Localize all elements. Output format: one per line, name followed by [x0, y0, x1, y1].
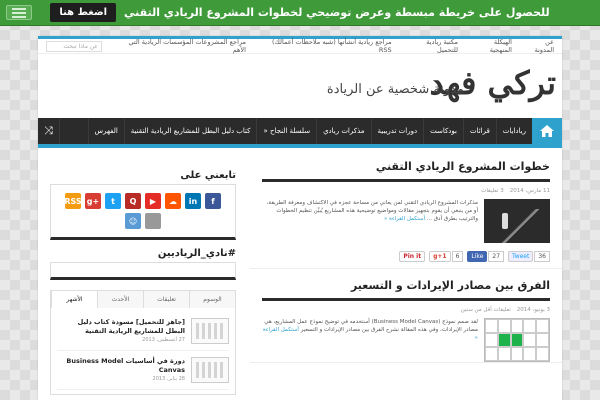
top-nav-link[interactable]: مراجع المشروعات المؤسسات الريادية التي ا…	[114, 38, 246, 54]
quora-icon[interactable]: Q	[125, 193, 141, 209]
list-item-thumbnail[interactable]	[191, 357, 229, 383]
facebook-icon[interactable]: f	[205, 193, 221, 209]
site-logo-subtitle: مدونة شخصية عن الريادة	[326, 82, 464, 97]
tweet-label: Tweet	[508, 251, 534, 262]
top-nav-link[interactable]: مكتبة ريادية للتحميل	[404, 38, 458, 54]
tweet-button[interactable]: Tweet 36	[508, 251, 550, 262]
pinterest-button[interactable]: Pin it	[399, 251, 426, 262]
tweet-count: 36	[534, 251, 550, 262]
linkedin-icon[interactable]: in	[185, 193, 201, 209]
tab-recent[interactable]: الأحدث	[97, 291, 143, 308]
post-title[interactable]: خطوات المشروع الريادي التقني	[262, 160, 550, 182]
post-excerpt: لقد صمم نموذج (Business Model Canvas) أس…	[262, 318, 478, 362]
sidebar: تابعني على RSS g+ t Q ▶ ☁ in f ☺ #نادي_الرياديين…	[50, 170, 236, 395]
nav-item[interactable]: كتاب دليل البطل للمشاريع الريادية التقني…	[123, 118, 257, 144]
main-content: خطوات المشروع الريادي التقني 11 مارس، 20…	[250, 150, 562, 400]
main-nav: ريادايات قرائات بودكاست دورات تدريبية مذ…	[38, 118, 562, 144]
logo-area: تركي فهد مدونة شخصية عن الريادة	[38, 54, 562, 118]
gplus-count: 6	[451, 251, 464, 262]
list-item-title[interactable]: دورة في أساسيات Business Model Canvas	[57, 357, 185, 375]
nav-item[interactable]: ريادايات	[495, 118, 532, 144]
list-item-date: 28 يناير، 2013	[152, 376, 185, 382]
hashtag-widget	[50, 262, 236, 280]
post-excerpt-text: مذكرات المشروع الريادي التقني لمن يعاني …	[266, 200, 478, 222]
post-thumbnail[interactable]	[484, 318, 550, 362]
soundcloud-icon[interactable]: ☁	[165, 193, 181, 209]
post-meta: 11 مارس، 2014 3 تعليقات	[262, 188, 550, 194]
apple-icon[interactable]	[145, 213, 161, 229]
promo-text: للحصول على خريطة مبسطة وعرض توضيحي لخطوا…	[124, 6, 550, 19]
google-plus-icon[interactable]: g+	[85, 193, 101, 209]
social-widget: RSS g+ t Q ▶ ☁ in f ☺	[50, 184, 236, 240]
promo-toggle-icon[interactable]	[6, 5, 32, 20]
youtube-icon[interactable]: ▶	[145, 193, 161, 209]
post-date: 11 مارس، 2014	[509, 188, 550, 194]
list-item[interactable]: دورة في أساسيات Business Model Canvas 28…	[57, 351, 229, 390]
post-thumbnail[interactable]	[484, 199, 550, 243]
google-plus-button[interactable]: g+1 6	[429, 251, 464, 262]
gplus-label: g+1	[429, 251, 451, 262]
list-item-title[interactable]: [جاهز للتحميل] مسودة كتاب دليل البطل للم…	[57, 318, 185, 336]
read-more-link[interactable]: أستكمل القراءة «	[384, 216, 425, 222]
home-icon[interactable]	[532, 118, 562, 144]
share-bar: Pin it g+1 6 Like 27 Tweet 36	[262, 251, 550, 262]
post-comments[interactable]: 3 تعليقات	[481, 188, 504, 194]
post: خطوات المشروع الريادي التقني 11 مارس، 20…	[250, 150, 562, 269]
post-excerpt: مذكرات المشروع الريادي التقني لمن يعاني …	[262, 199, 478, 243]
nav-item[interactable]: مذكرات ريادي	[316, 118, 370, 144]
tab-comments[interactable]: تعليقات	[143, 291, 189, 308]
post-comments[interactable]: تعليقات أقل من ستين	[461, 307, 511, 313]
promo-bar: اضغط هنا للحصول على خريطة مبسطة وعرض توض…	[0, 0, 600, 26]
twitter-icon[interactable]: t	[105, 193, 121, 209]
page-wrapper: عن المدونة الهيكلة المنهجية مكتبة ريادية…	[38, 36, 562, 400]
nav-item[interactable]: قرائات	[462, 118, 496, 144]
search: عن ماذا تبحث	[46, 40, 102, 52]
social-icons: RSS g+ t Q ▶ ☁ in f ☺	[57, 193, 229, 229]
list-item-thumbnail[interactable]	[191, 318, 229, 344]
post-body: لقد صمم نموذج (Business Model Canvas) أس…	[262, 318, 550, 362]
nav-accent-line	[38, 144, 562, 148]
shuffle-icon[interactable]: ⤨	[38, 118, 60, 144]
top-nav-link[interactable]: الهيكلة المنهجية	[470, 38, 512, 54]
search-input[interactable]: عن ماذا تبحث	[46, 40, 102, 52]
tab-tags[interactable]: الوسوم	[189, 291, 235, 308]
promo-button[interactable]: اضغط هنا	[50, 3, 117, 22]
rss-icon[interactable]: RSS	[64, 193, 82, 209]
post-body: مذكرات المشروع الريادي التقني لمن يعاني …	[262, 199, 550, 243]
nav-item[interactable]: سلسلة النجاح «	[256, 118, 316, 144]
nav-item[interactable]: دورات تدريبية	[370, 118, 424, 144]
nav-item[interactable]: الفهرس	[87, 118, 124, 144]
search-placeholder: عن ماذا تبحث	[63, 42, 98, 50]
top-nav: عن المدونة الهيكلة المنهجية مكتبة ريادية…	[38, 36, 562, 54]
post: الفرق بين مصادر الإيرادات و التسعير 3 يو…	[250, 269, 562, 363]
follow-widget-title: تابعني على	[180, 170, 236, 181]
like-label: Like	[467, 251, 488, 262]
facebook-like-button[interactable]: Like 27	[467, 251, 505, 262]
nav-item[interactable]: بودكاست	[423, 118, 463, 144]
pinterest-label: Pin it	[399, 251, 426, 262]
like-count: 27	[488, 251, 505, 262]
post-date: 3 يونيو، 2014	[516, 307, 550, 313]
top-nav-link[interactable]: عن المدونة	[524, 38, 554, 54]
list-item-date: 27 أغسطس، 2013	[142, 337, 185, 343]
top-nav-link[interactable]: مراجع ريادية أنشأتها (شبه ملاحظات أعمالك…	[258, 38, 392, 54]
post-meta: 3 يونيو، 2014 تعليقات أقل من ستين	[262, 307, 550, 313]
hashtag-widget-title: #نادي_الرياديين	[157, 248, 236, 259]
finder-icon[interactable]: ☺	[125, 213, 141, 229]
sidebar-tabs: الأشهر الأحدث تعليقات الوسوم	[50, 290, 236, 308]
tab-popular[interactable]: الأشهر	[51, 291, 97, 308]
list-item[interactable]: [جاهز للتحميل] مسودة كتاب دليل البطل للم…	[57, 312, 229, 351]
tab-list: [جاهز للتحميل] مسودة كتاب دليل البطل للم…	[50, 308, 236, 395]
post-title[interactable]: الفرق بين مصادر الإيرادات و التسعير	[262, 279, 550, 301]
